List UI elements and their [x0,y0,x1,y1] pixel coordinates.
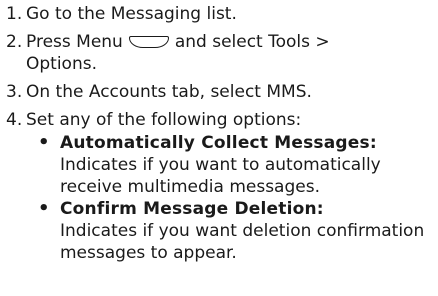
step-text-before: Press Menu [26,32,123,52]
option-description: Indicates if you want deletion confirmat… [60,221,425,263]
option-confirm-message-deletion: • Confirm Message Deletion: Indicates if… [38,198,434,264]
step-number: 3. [6,82,23,102]
step-text-after: and select Tools > [174,32,330,52]
step-3: 3. On the Accounts tab, select MMS. [6,81,434,103]
bullet-icon: • [38,198,50,219]
bullet-icon: • [38,132,50,153]
step-text: Press Menu and select Tools > Options. [26,31,434,75]
step-number: 4. [6,110,23,130]
step-2: 2. Press Menu and select Tools > Options. [6,31,434,75]
step-text: Set any of the following options: [26,110,302,130]
options-list: • Automatically Collect Messages: Indica… [38,132,434,264]
step-4: 4. Set any of the following options: • A… [6,109,434,264]
option-description: Indicates if you want to automatically r… [60,155,381,197]
step-text-continuation: Options. [26,54,97,74]
step-text: On the Accounts tab, select MMS. [26,82,312,102]
option-automatically-collect-messages: • Automatically Collect Messages: Indica… [38,132,434,198]
step-1: 1. Go to the Messaging list. [6,3,434,25]
step-number: 2. [6,32,23,52]
step-number: 1. [6,4,23,24]
step-text: Go to the Messaging list. [26,4,237,24]
option-term: Automatically Collect Messages: [60,133,377,153]
instructions: 1. Go to the Messaging list. 2. Press Me… [6,3,434,264]
menu-key-icon [128,36,169,48]
option-term: Confirm Message Deletion: [60,199,324,219]
